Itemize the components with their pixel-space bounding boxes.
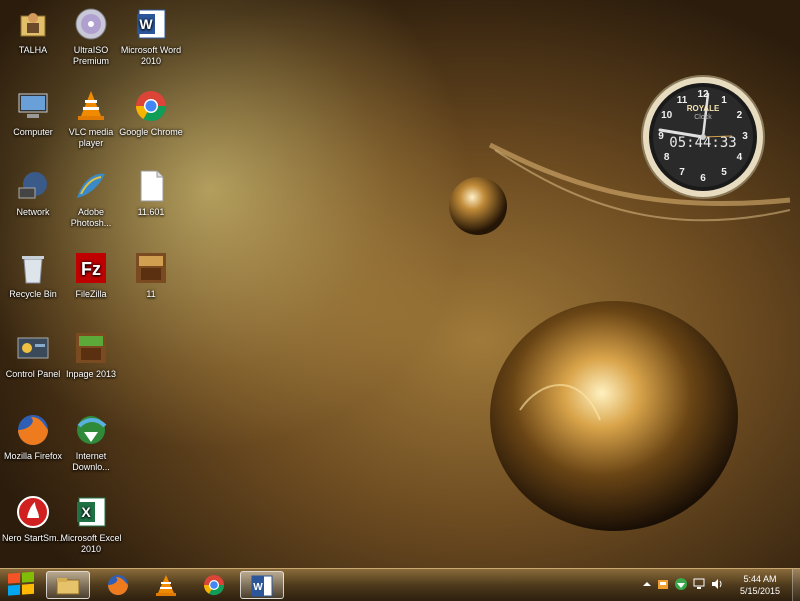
explorer-icon	[56, 578, 80, 595]
desktop-icon[interactable]: VLC media player	[58, 88, 124, 149]
desktop-icon[interactable]: Google Chrome	[118, 88, 184, 138]
desktop-icon[interactable]: Computer	[0, 88, 66, 138]
network-icon	[15, 168, 51, 204]
inpage-shortcut-icon	[133, 250, 169, 286]
desktop-icon-label: VLC media player	[68, 127, 114, 148]
desktop-icon-label: Adobe Photosh...	[70, 207, 112, 228]
desktop-icon-label: FileZilla	[75, 289, 107, 299]
desktop-icon[interactable]: Inpage 2013	[58, 330, 124, 380]
svg-text:W: W	[139, 16, 153, 32]
windows-logo-icon	[8, 571, 34, 596]
desktop-icon-label: Google Chrome	[119, 127, 183, 137]
word-icon: W	[251, 575, 273, 597]
desktop-icon-label: Nero StartSm...	[1, 533, 64, 543]
clock-numeral: 5	[721, 167, 727, 179]
taskbar: W 5:44 AM 5/15/2015	[0, 568, 800, 601]
desktop-icon-label: Microsoft Word 2010	[120, 45, 182, 66]
document-icon	[133, 168, 169, 204]
firefox-icon	[15, 412, 51, 448]
desktop-icon[interactable]: 11	[118, 250, 184, 300]
vlc-icon	[73, 88, 109, 124]
network-status-icon[interactable]	[692, 577, 706, 591]
desktop-icon[interactable]: UltraISO Premium	[58, 6, 124, 67]
word-icon: W	[133, 6, 169, 42]
taskbar-vlc[interactable]	[144, 571, 188, 599]
clock-numeral: 6	[700, 173, 706, 184]
clock-gadget[interactable]: 12 1 2 3 4 5 6 7 8 9 10 11 ROYALE Clock 05:44:33	[640, 74, 766, 200]
excel-icon: X	[73, 494, 109, 530]
disc-icon	[73, 6, 109, 42]
desktop-icon[interactable]: Adobe Photosh...	[58, 168, 124, 229]
user-folder-icon	[15, 6, 51, 42]
desktop-icon[interactable]: W Microsoft Word 2010	[118, 6, 184, 67]
clock-brand: ROYALE	[686, 104, 720, 113]
desktop-icon-label: Internet Downlo...	[72, 451, 110, 472]
clock-numeral: 12	[697, 89, 709, 100]
taskbar-explorer[interactable]	[46, 571, 90, 599]
desktop-icon-label: Network	[16, 207, 50, 217]
tray-date: 5/15/2015	[739, 586, 781, 596]
desktop-icon[interactable]: TALHA	[0, 6, 66, 56]
recycle-bin-icon	[15, 250, 51, 286]
start-button[interactable]	[2, 570, 40, 600]
chrome-icon	[203, 575, 225, 596]
tray-app-icon[interactable]	[656, 577, 670, 591]
control-panel-icon	[15, 330, 51, 366]
desktop-icon-label: Recycle Bin	[9, 289, 57, 299]
desktop-icon-label: Mozilla Firefox	[3, 451, 62, 461]
idm-icon	[73, 412, 109, 448]
chrome-icon	[133, 88, 169, 124]
desktop-icon[interactable]: Control Panel	[0, 330, 66, 380]
small-sphere	[449, 177, 507, 235]
large-sphere	[490, 301, 738, 531]
desktop-icon[interactable]: Recycle Bin	[0, 250, 66, 300]
clock-numeral: 8	[663, 152, 670, 163]
show-hidden-icons-icon[interactable]	[640, 577, 654, 591]
desktop-icon[interactable]: X Microsoft Excel 2010	[58, 494, 124, 555]
taskbar-word[interactable]: W	[240, 571, 284, 599]
taskbar-clock[interactable]: 5:44 AM 5/15/2015	[732, 573, 788, 597]
desktop-icon[interactable]: Fz FileZilla	[58, 250, 124, 300]
desktop-icon[interactable]: 11.601	[118, 168, 184, 218]
filezilla-icon: Fz	[73, 250, 109, 286]
desktop-icon-label: Microsoft Excel 2010	[60, 533, 122, 554]
desktop-icon-label: Control Panel	[5, 369, 61, 379]
computer-icon	[15, 88, 51, 124]
photoshop-icon	[73, 168, 109, 204]
volume-icon[interactable]	[710, 577, 724, 591]
taskbar-firefox[interactable]	[96, 571, 140, 599]
taskbar-chrome[interactable]	[192, 571, 236, 599]
desktop-icon-label: Inpage 2013	[65, 369, 117, 379]
svg-text:W: W	[253, 582, 263, 593]
firefox-icon	[108, 575, 128, 595]
clock-digital-time: 05:44:33	[669, 135, 737, 151]
svg-text:X: X	[81, 504, 91, 520]
desktop-icon-label: 11	[146, 289, 156, 299]
desktop-icon[interactable]: Network	[0, 168, 66, 218]
desktop-icon[interactable]: Nero StartSm...	[0, 494, 66, 544]
desktop-icon[interactable]: Internet Downlo...	[58, 412, 124, 473]
desktop-icon-label: 11.601	[137, 207, 165, 217]
inpage-icon	[73, 330, 109, 366]
desktop-icon-label: Computer	[13, 127, 53, 137]
svg-text:Fz: Fz	[81, 259, 101, 279]
vlc-icon	[156, 575, 176, 596]
nero-icon	[15, 494, 51, 530]
clock-numeral: 4	[736, 152, 743, 163]
desktop-icon[interactable]: Mozilla Firefox	[0, 412, 66, 462]
show-desktop-button[interactable]	[792, 569, 800, 601]
tray-time: 5:44 AM	[743, 574, 777, 584]
clock-numeral: 7	[679, 167, 685, 179]
clock-subtitle: Clock	[694, 114, 712, 121]
desktop-icon-label: TALHA	[18, 45, 48, 55]
tray-idm-icon[interactable]	[674, 577, 688, 591]
desktop-icon-label: UltraISO Premium	[72, 45, 109, 66]
